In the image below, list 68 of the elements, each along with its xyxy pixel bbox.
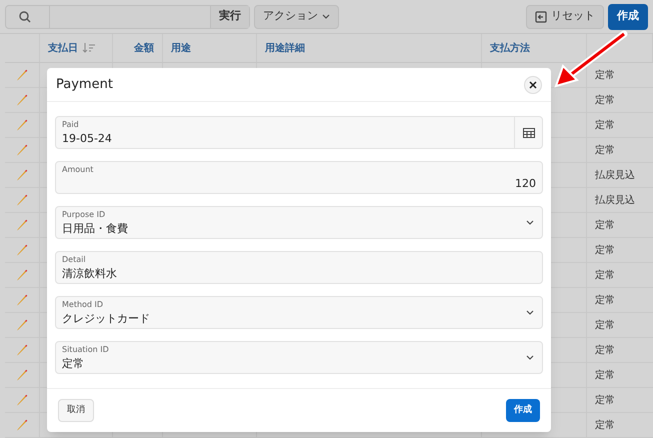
table-cell-text: 定常 [595,268,615,282]
field-value: クレジットカード [62,311,151,327]
sort-descending-icon[interactable] [82,43,96,53]
table-cell-text: 定常 [595,68,615,82]
form-field[interactable]: Paid 19-05-24 [55,116,543,149]
table-cell-text: 定常 [595,294,615,308]
form-field[interactable]: Situation ID 定常 [55,341,543,374]
table-cell-text: 定常 [595,218,615,232]
field-label: Method ID [62,299,104,311]
pencil-icon[interactable] [16,419,28,431]
column-header[interactable]: 用途詳細 [257,34,482,62]
chevron-down-icon [526,220,534,225]
pencil-icon[interactable] [16,319,28,331]
column-header[interactable]: 支払方法 [482,34,587,62]
field-value: 清涼飲料水 [62,266,118,282]
close-icon [529,80,537,88]
reset-icon [535,10,547,22]
dialog-title: Payment [56,76,113,94]
pencil-icon[interactable] [16,119,28,131]
table-cell-text: 定常 [595,118,615,132]
field-value: 19-05-24 [62,131,113,147]
field-label: Amount [62,164,94,176]
table-cell-text: 払戻見込 [595,194,635,208]
field-value: 定常 [62,356,85,372]
table-cell-text: 定常 [595,394,615,408]
field-label: Situation ID [62,344,110,356]
cancel-button[interactable]: 取消 [58,399,94,422]
table-cell-text: 定常 [595,418,615,432]
form-field[interactable]: Purpose ID 日用品・食費 [55,206,543,239]
pencil-icon[interactable] [16,94,28,106]
pencil-icon[interactable] [16,269,28,281]
form-field[interactable]: Method ID クレジットカード [55,296,543,329]
pencil-icon[interactable] [16,294,28,306]
pencil-icon[interactable] [16,219,28,231]
actions-menu-button[interactable]: アクション [254,4,339,28]
table-cell-text: 定常 [595,318,615,332]
chevron-down-icon [322,14,330,19]
pencil-icon[interactable] [16,169,28,181]
form-field[interactable]: Amount 120 [55,161,543,194]
pencil-icon[interactable] [16,244,28,256]
field-label: Purpose ID [62,209,106,221]
table-cell-text: 定常 [595,368,615,382]
pencil-icon[interactable] [16,394,28,406]
close-button[interactable] [524,76,542,94]
column-header[interactable]: 用途 [163,34,257,62]
reset-button[interactable]: リセット [526,4,604,28]
column-header[interactable]: 金額 [113,34,163,62]
create-button[interactable]: 作成 [506,399,540,422]
column-header[interactable]: 支払日 [40,34,113,62]
pencil-icon[interactable] [16,144,28,156]
field-label: Detail [62,254,87,266]
table-cell-text: 定常 [595,244,615,258]
pencil-icon[interactable] [16,344,28,356]
create-button[interactable]: 作成 [608,4,648,30]
table-cell-text: 定常 [595,144,615,158]
form-field[interactable]: Detail 清涼飲料水 [55,251,543,284]
field-label: Paid [62,119,80,131]
calendar-icon[interactable] [522,128,534,138]
table-cell-text: 払戻見込 [595,168,635,182]
pencil-icon[interactable] [16,69,28,81]
pencil-icon[interactable] [16,369,28,381]
table-cell-text: 定常 [595,94,615,108]
field-value: 日用品・食費 [62,221,129,237]
chevron-down-icon [526,355,534,360]
table-cell-text: 定常 [595,344,615,358]
field-value: 120 [515,176,536,192]
pencil-icon[interactable] [16,194,28,206]
chevron-down-icon [526,310,534,315]
